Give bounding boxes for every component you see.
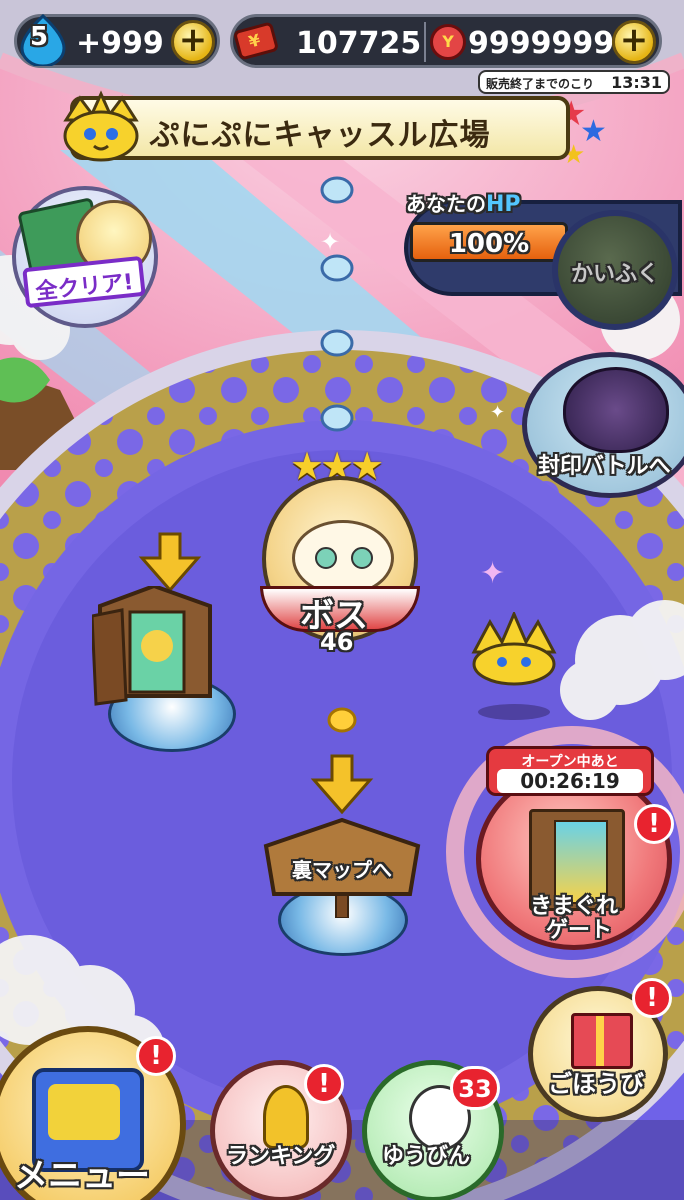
reward-alert-badge: ! bbox=[632, 978, 672, 1018]
ranking-label: ランキング bbox=[226, 1144, 336, 1169]
mail-label: ゆうびん bbox=[382, 1144, 471, 1169]
crown-mascot-icon bbox=[468, 610, 560, 722]
add-ycoin-button[interactable]: + bbox=[612, 20, 656, 64]
sparkle-icon: ✦ bbox=[480, 556, 506, 591]
boss-number: 46 bbox=[320, 628, 354, 656]
money-value: 107725 bbox=[296, 26, 422, 61]
gate-name-line2: ゲート bbox=[546, 918, 613, 943]
sale-timer-value: 13:31 bbox=[611, 73, 662, 92]
hp-label-hp: HP bbox=[486, 192, 521, 217]
hp-percent: 100% bbox=[448, 229, 530, 259]
reward-label: ごほうび bbox=[548, 1070, 644, 1098]
down-arrow-icon bbox=[310, 754, 374, 815]
gate-open-label: オープン中あと bbox=[521, 754, 619, 770]
boss-character-icon bbox=[292, 520, 394, 596]
mail-count: 33 bbox=[458, 1075, 492, 1103]
hp-bar: 100% bbox=[410, 222, 568, 262]
menu-alert-badge: ! bbox=[136, 1036, 176, 1076]
ura-map-sign[interactable]: 裏マップへ bbox=[262, 817, 422, 919]
area-title-banner: ぷにぷにキャッスル広場 bbox=[70, 96, 570, 160]
down-arrow-icon bbox=[138, 532, 202, 593]
ranking-alert-badge: ! bbox=[304, 1064, 344, 1104]
mail-count-badge: 33 bbox=[450, 1066, 500, 1110]
sparkle-icon: ✦ bbox=[490, 402, 506, 423]
hp-label-prefix: あなたの bbox=[406, 192, 486, 216]
ycoin-value: 9999999 bbox=[468, 26, 615, 61]
hp-label: あなたのHP bbox=[406, 188, 521, 217]
gift-box-icon bbox=[571, 1013, 633, 1069]
stamina-value: +999 bbox=[76, 26, 164, 61]
area-title: ぷにぷにキャッスル広場 bbox=[149, 118, 491, 153]
heal-label: かいふく bbox=[570, 262, 659, 287]
ura-map-label: 裏マップへ bbox=[292, 858, 392, 882]
ycoin-icon: Y bbox=[430, 24, 466, 60]
gate-timer: 00:26:19 bbox=[497, 769, 643, 793]
stamina-level: 5 bbox=[30, 22, 49, 52]
gate-timer-box: オープン中あと 00:26:19 bbox=[486, 746, 654, 796]
crown-mascot-icon bbox=[58, 90, 144, 164]
currency-divider bbox=[424, 22, 426, 62]
seal-monster-icon bbox=[563, 367, 669, 453]
sale-timer: 販売終了までのこり 13:31 bbox=[478, 70, 670, 94]
add-stamina-button[interactable]: + bbox=[171, 20, 215, 64]
game-map-scene: 5 +999 + ¥ 107725 Y 9999999 + 販売終了までのこり … bbox=[0, 0, 684, 1200]
gate-alert-badge: ! bbox=[634, 804, 674, 844]
sale-timer-label: 販売終了までのこり bbox=[486, 77, 595, 91]
sparkle-icon: ✦ bbox=[320, 228, 341, 256]
seal-battle-label: 封印バトルへ bbox=[538, 454, 671, 479]
heal-button[interactable]: かいふく bbox=[552, 210, 678, 330]
left-gate-node[interactable] bbox=[90, 583, 218, 710]
menu-label: メニュー bbox=[14, 1156, 150, 1196]
